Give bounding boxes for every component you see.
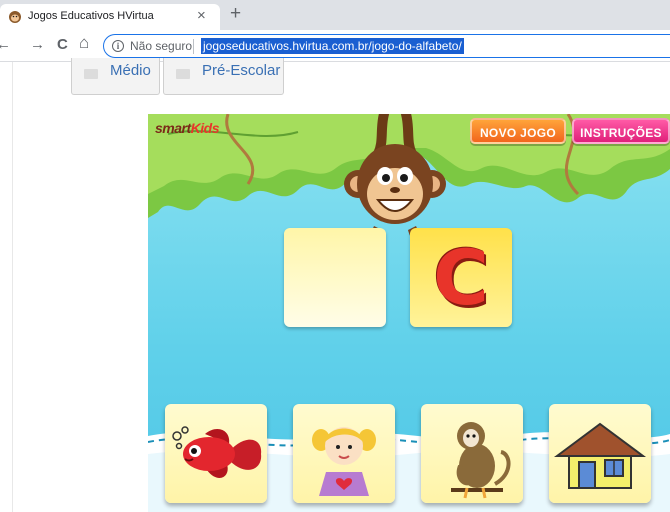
house-icon: [553, 422, 647, 489]
choice-girl[interactable]: [293, 404, 395, 503]
alphabet-game: smartKids NOVO JOGO INSTRUÇÕES C: [148, 114, 670, 512]
answer-slot[interactable]: [284, 228, 386, 327]
new-game-button[interactable]: NOVO JOGO: [470, 118, 566, 144]
new-tab-button[interactable]: +: [230, 3, 241, 25]
folder-icon: [176, 69, 190, 79]
tab-title: Jogos Educativos HVirtua: [28, 10, 154, 22]
monkey-favicon-icon: [9, 11, 21, 23]
girl-icon: [312, 427, 376, 496]
back-button[interactable]: ←: [0, 36, 11, 53]
smartkids-logo: smartKids: [155, 120, 219, 136]
forward-button[interactable]: →: [30, 36, 45, 53]
omnibox-divider: [193, 39, 194, 54]
instructions-button[interactable]: INSTRUÇÕES: [572, 118, 670, 144]
security-label[interactable]: Não seguro: [130, 39, 192, 53]
category-tab-pre-escolar[interactable]: Pré-Escolar: [163, 58, 284, 95]
category-tab-medio[interactable]: Médio: [71, 58, 160, 95]
browser-tab[interactable]: Jogos Educativos HVirtua ×: [0, 4, 220, 30]
monkey-icon: [451, 422, 511, 499]
choice-fish[interactable]: [165, 404, 267, 503]
logo-smart: smart: [155, 120, 191, 136]
folder-icon: [84, 69, 98, 79]
left-rail: [12, 62, 13, 512]
category-label: Médio: [110, 62, 151, 79]
letter-c: C: [433, 233, 489, 322]
letter-card: C: [410, 228, 512, 327]
fish-icon: [172, 426, 262, 478]
logo-kids: Kids: [190, 120, 220, 136]
info-icon[interactable]: i: [112, 40, 124, 52]
tab-strip: Jogos Educativos HVirtua × +: [0, 0, 670, 30]
category-label: Pré-Escolar: [202, 62, 281, 79]
home-button[interactable]: ⌂: [79, 33, 89, 53]
choice-house[interactable]: [549, 404, 651, 503]
close-tab-icon[interactable]: ×: [197, 7, 206, 24]
address-bar[interactable]: i Não seguro jogoseducativos.hvirtua.com…: [103, 34, 670, 58]
choice-monkey[interactable]: [421, 404, 523, 503]
url-text[interactable]: jogoseducativos.hvirtua.com.br/jogo-do-a…: [201, 38, 464, 54]
page-content: Médio Pré-Escolar smartKids NOVO JOGO IN…: [0, 58, 670, 512]
reload-button[interactable]: C: [57, 36, 68, 53]
